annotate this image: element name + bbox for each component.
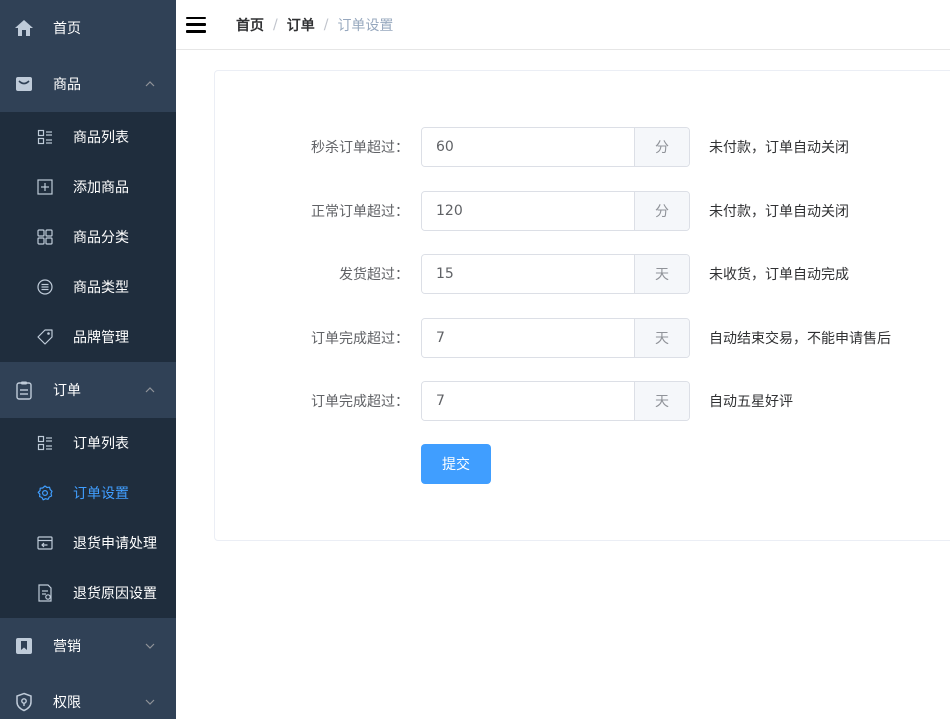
menu-order-label: 订单 xyxy=(53,383,81,399)
menu-permission-label: 权限 xyxy=(53,695,81,711)
breadcrumb-home[interactable]: 首页 xyxy=(236,15,264,35)
finish-comment-timeout-input[interactable] xyxy=(422,382,634,420)
list-icon xyxy=(36,128,54,146)
submit-button[interactable]: 提交 xyxy=(421,444,491,484)
field-hint: 未付款，订单自动关闭 xyxy=(709,204,849,220)
unit-label: 分 xyxy=(634,192,689,230)
sidebar: 首页 商品 商品列表 添加商品 商品分类 商品类型 品牌管理 订单 订单列表 订… xyxy=(0,0,176,719)
sidebar-item-label: 订单列表 xyxy=(73,436,129,452)
sidebar-item-label: 退货原因设置 xyxy=(73,586,157,602)
breadcrumb-separator: / xyxy=(273,16,278,33)
normal-order-timeout-input[interactable] xyxy=(422,192,634,230)
sidebar-item-label: 订单设置 xyxy=(73,486,129,502)
sidebar-item-label: 商品类型 xyxy=(73,280,129,296)
sidebar-item-label: 添加商品 xyxy=(73,180,129,196)
chevron-up-icon xyxy=(145,81,155,87)
delivery-timeout-input[interactable] xyxy=(422,255,634,293)
sidebar-item-order-list[interactable]: 订单列表 xyxy=(0,418,176,468)
form-row-finish-close-timeout: 订单完成超过： 天 自动结束交易，不能申请售后 xyxy=(215,318,891,358)
breadcrumb-order[interactable]: 订单 xyxy=(287,15,315,35)
app: 首页 商品 商品列表 添加商品 商品分类 商品类型 品牌管理 订单 订单列表 订… xyxy=(0,0,950,719)
chevron-down-icon xyxy=(145,699,155,705)
input-group: 分 xyxy=(421,127,690,167)
top-navbar: 首页 / 订单 / 订单设置 xyxy=(176,0,950,50)
document-icon xyxy=(36,584,54,602)
menu-marketing[interactable]: 营销 xyxy=(0,618,176,674)
field-label: 正常订单超过： xyxy=(311,204,409,220)
gear-icon xyxy=(36,484,54,502)
return-icon xyxy=(36,534,54,552)
field-hint: 自动五星好评 xyxy=(709,394,793,410)
shield-icon xyxy=(14,692,34,712)
form-row-flash-order-timeout: 秒杀订单超过： 分 未付款，订单自动关闭 xyxy=(215,127,849,167)
sidebar-item-return-apply[interactable]: 退货申请处理 xyxy=(0,518,176,568)
input-group: 天 xyxy=(421,318,690,358)
order-settings-card: 秒杀订单超过： 分 未付款，订单自动关闭 正常订单超过： 分 未付款，订单自动关… xyxy=(214,70,950,541)
submenu-goods: 商品列表 添加商品 商品分类 商品类型 品牌管理 xyxy=(0,112,176,362)
list-icon xyxy=(36,434,54,452)
menu-home-label: 首页 xyxy=(53,21,81,37)
sidebar-item-label: 品牌管理 xyxy=(73,330,129,346)
sidebar-item-label: 商品分类 xyxy=(73,230,129,246)
grid-icon xyxy=(36,228,54,246)
sidebar-item-label: 退货申请处理 xyxy=(73,536,157,552)
breadcrumb-current: 订单设置 xyxy=(337,17,394,34)
chevron-up-icon xyxy=(145,387,155,393)
field-hint: 自动结束交易，不能申请售后 xyxy=(709,331,891,347)
form-row-finish-comment-timeout: 订单完成超过： 天 自动五星好评 xyxy=(215,381,793,421)
field-label: 订单完成超过： xyxy=(311,394,409,410)
sidebar-item-goods-type[interactable]: 商品类型 xyxy=(0,262,176,312)
goods-icon xyxy=(14,74,34,94)
menu-marketing-label: 营销 xyxy=(53,639,81,655)
sidebar-item-brand[interactable]: 品牌管理 xyxy=(0,312,176,362)
chevron-down-icon xyxy=(145,643,155,649)
flash-order-timeout-input[interactable] xyxy=(422,128,634,166)
unit-label: 天 xyxy=(634,319,689,357)
sidebar-item-goods-category[interactable]: 商品分类 xyxy=(0,212,176,262)
home-icon xyxy=(14,18,34,38)
field-label: 秒杀订单超过： xyxy=(311,140,409,156)
field-label: 订单完成超过： xyxy=(311,331,409,347)
menu-goods[interactable]: 商品 xyxy=(0,56,176,112)
clipboard-icon xyxy=(14,380,34,400)
bookmark-icon xyxy=(14,636,34,656)
breadcrumb: 首页 / 订单 / 订单设置 xyxy=(236,15,393,35)
menu-home[interactable]: 首页 xyxy=(0,0,176,56)
unit-label: 天 xyxy=(634,255,689,293)
type-icon xyxy=(36,278,54,296)
sidebar-item-label: 商品列表 xyxy=(73,130,129,146)
form-row-normal-order-timeout: 正常订单超过： 分 未付款，订单自动关闭 xyxy=(215,191,849,231)
hamburger-menu-icon[interactable] xyxy=(186,16,206,33)
input-group: 天 xyxy=(421,381,690,421)
sidebar-item-return-reason[interactable]: 退货原因设置 xyxy=(0,568,176,618)
field-hint: 未收货，订单自动完成 xyxy=(709,267,849,283)
sidebar-item-add-goods[interactable]: 添加商品 xyxy=(0,162,176,212)
sidebar-item-order-settings[interactable]: 订单设置 xyxy=(0,468,176,518)
submenu-order: 订单列表 订单设置 退货申请处理 退货原因设置 xyxy=(0,418,176,618)
field-label: 发货超过： xyxy=(339,267,409,283)
tag-icon xyxy=(36,328,54,346)
breadcrumb-separator: / xyxy=(323,16,329,33)
form-row-delivery-timeout: 发货超过： 天 未收货，订单自动完成 xyxy=(215,254,849,294)
menu-goods-label: 商品 xyxy=(53,77,81,93)
sidebar-item-goods-list[interactable]: 商品列表 xyxy=(0,112,176,162)
input-group: 天 xyxy=(421,254,690,294)
unit-label: 分 xyxy=(634,128,689,166)
input-group: 分 xyxy=(421,191,690,231)
field-hint: 未付款，订单自动关闭 xyxy=(709,140,849,156)
menu-permission[interactable]: 权限 xyxy=(0,674,176,719)
add-icon xyxy=(36,178,54,196)
menu-order[interactable]: 订单 xyxy=(0,362,176,418)
unit-label: 天 xyxy=(634,382,689,420)
finish-close-timeout-input[interactable] xyxy=(422,319,634,357)
